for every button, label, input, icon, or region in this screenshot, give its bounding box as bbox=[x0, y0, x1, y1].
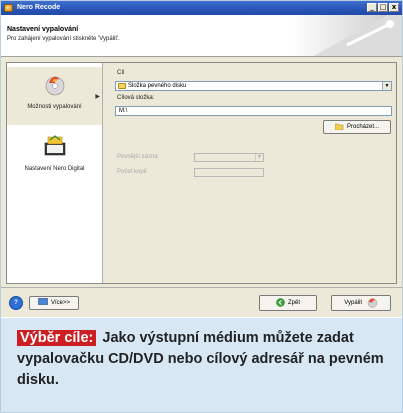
help-button[interactable]: ? bbox=[9, 296, 23, 310]
header-subtitle: Pro zahájení vypalování stiskněte 'Vypál… bbox=[7, 36, 120, 42]
wizard-header: Nastavení vypalování Pro zahájení vypalo… bbox=[1, 15, 402, 57]
sidebar-item-label: Možnosti vypalování bbox=[27, 104, 82, 110]
burn-button-label: Vypálit bbox=[344, 300, 363, 306]
header-title: Nastavení vypalování bbox=[7, 26, 79, 33]
more-button[interactable]: Více>> bbox=[29, 296, 79, 310]
back-arrow-icon bbox=[276, 298, 285, 307]
folder-open-icon bbox=[334, 123, 344, 130]
close-button[interactable]: x bbox=[389, 3, 399, 12]
caption-text-block: Výběr cíle: Jako výstupní médium můžete … bbox=[17, 328, 387, 391]
window-controls: _ □ x bbox=[367, 3, 399, 12]
article-caption: Výběr cíle: Jako výstupní médium můžete … bbox=[1, 318, 402, 412]
nero-recode-window: Nero Recode _ □ x Nastavení vypalování P… bbox=[1, 1, 402, 317]
more-button-label: Více>> bbox=[50, 300, 70, 306]
burner-select[interactable]: ▼ bbox=[194, 153, 264, 162]
chevron-down-icon: ▼ bbox=[255, 154, 263, 161]
bottom-toolbar: ? Více>> Zpět Vypálit bbox=[1, 287, 402, 317]
chevron-right-icon: ▶ bbox=[95, 94, 100, 100]
target-select-value: Složka pevného disku bbox=[128, 83, 187, 89]
maximize-button[interactable]: □ bbox=[378, 3, 388, 12]
burn-disc-icon bbox=[45, 76, 64, 96]
copies-field[interactable] bbox=[194, 168, 264, 177]
minimize-button[interactable]: _ bbox=[367, 3, 377, 12]
caption-tag: Výběr cíle: bbox=[17, 330, 97, 346]
folder-icon bbox=[118, 83, 126, 89]
settings-panel: Cíl Složka pevného disku ▼ Cílová složka… bbox=[107, 63, 396, 283]
back-button[interactable]: Zpět bbox=[259, 295, 317, 311]
help-icon: ? bbox=[14, 300, 18, 306]
content-area: Možnosti vypalování ▶ Nastavení Nero Dig… bbox=[6, 62, 397, 284]
copies-label: Počet kopií bbox=[117, 169, 147, 175]
browse-button-label: Procházet... bbox=[346, 124, 379, 130]
monitor-icon bbox=[38, 298, 48, 306]
sidebar: Možnosti vypalování ▶ Nastavení Nero Dig… bbox=[7, 63, 103, 283]
burn-button[interactable]: Vypálit bbox=[331, 295, 391, 311]
header-decoration-icon bbox=[292, 15, 402, 56]
sidebar-item-label: Nastavení Nero Digital bbox=[24, 166, 85, 172]
burn-disc-icon bbox=[367, 298, 377, 308]
chevron-down-icon[interactable]: ▼ bbox=[382, 82, 391, 90]
burner-label: Pevnější zázna bbox=[117, 154, 158, 160]
sidebar-item-burn-options[interactable]: Možnosti vypalování ▶ bbox=[7, 67, 102, 125]
title-bar[interactable]: Nero Recode _ □ x bbox=[1, 1, 402, 15]
nero-digital-icon bbox=[44, 135, 65, 156]
target-label: Cíl bbox=[117, 70, 125, 76]
browse-button[interactable]: Procházet... bbox=[323, 120, 391, 134]
nero-app-icon bbox=[4, 4, 13, 12]
target-select[interactable]: Složka pevného disku ▼ bbox=[115, 81, 392, 91]
destination-folder-field[interactable]: M:\ bbox=[115, 106, 392, 116]
destination-folder-label: Cílová složka: bbox=[117, 95, 155, 101]
back-button-label: Zpět bbox=[287, 300, 300, 306]
window-title: Nero Recode bbox=[17, 4, 61, 11]
sidebar-item-nero-digital[interactable]: Nastavení Nero Digital bbox=[7, 129, 102, 183]
